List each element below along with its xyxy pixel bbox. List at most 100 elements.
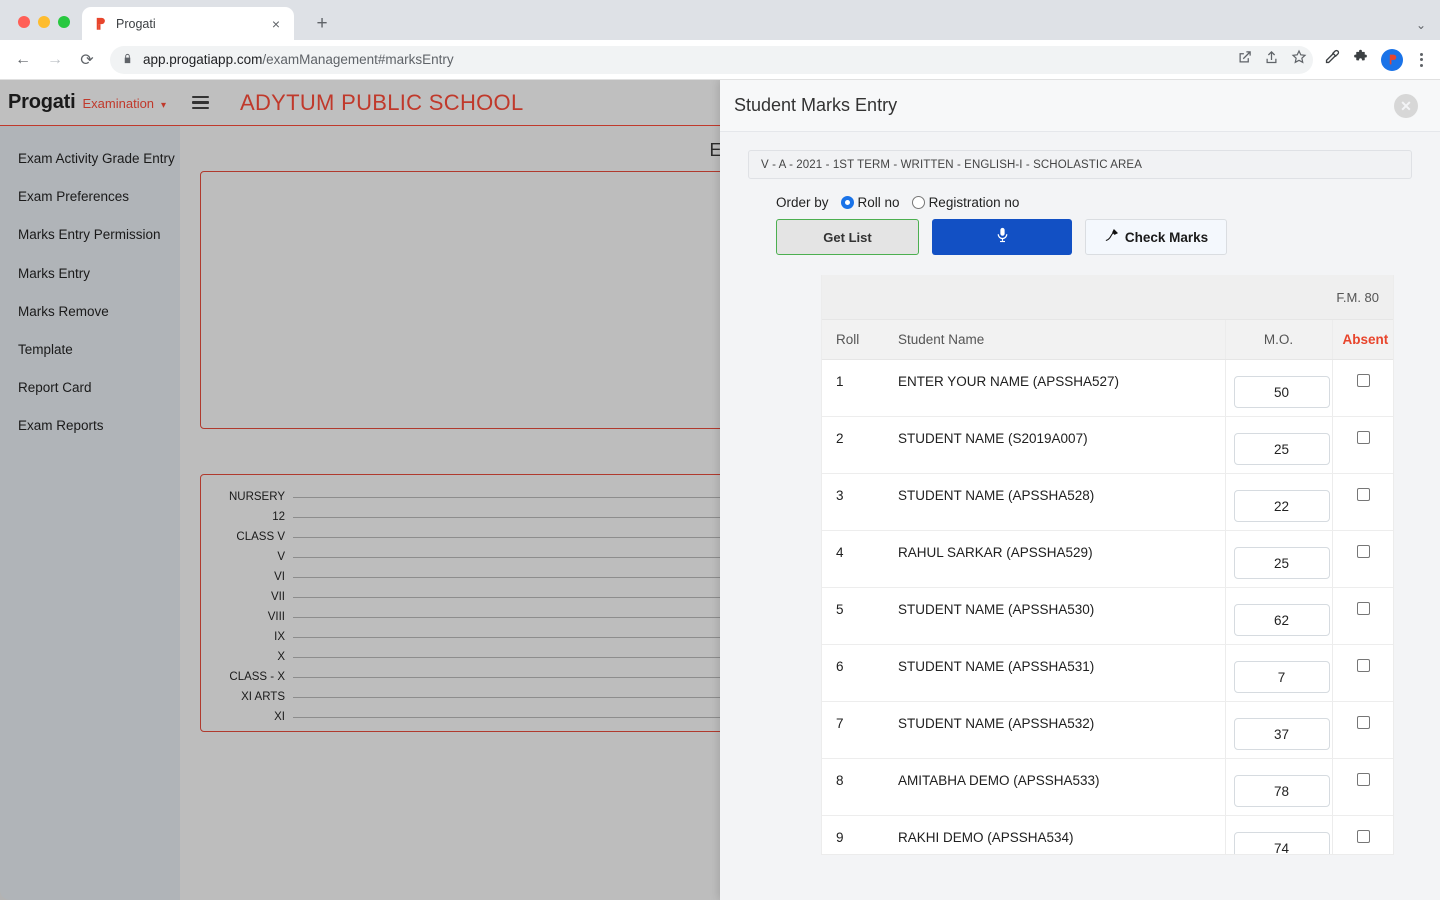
absent-checkbox[interactable] [1357,374,1371,387]
tab-list-chevron-icon[interactable]: ⌄ [1416,18,1426,32]
absent-checkbox[interactable] [1357,830,1371,843]
marks-input[interactable]: 78 [1233,775,1330,807]
app-brand[interactable]: Progati Examination ▾ [0,91,180,114]
template-class-label: VII [270,591,285,603]
microphone-icon [994,224,1011,251]
tab-close-icon[interactable]: × [268,16,284,32]
cell-marks: 22 [1224,473,1332,531]
absent-checkbox[interactable] [1357,431,1371,444]
close-icon[interactable]: ✕ [1394,93,1418,118]
template-class-label: XI ARTS [241,691,285,703]
sidebar-item-marks-remove[interactable]: Marks Remove [0,293,180,331]
pen-signature-icon [1104,228,1119,246]
browser-toolbar: ← → ⟳ app.progatiapp.com/examManagement#… [0,40,1440,80]
chevron-down-icon[interactable]: ▾ [161,100,166,111]
absent-checkbox[interactable] [1357,602,1371,615]
marks-input[interactable]: 7 [1233,661,1330,693]
modal-title: Student Marks Entry [734,95,898,115]
order-by-group: Order by Roll no Registration no [748,195,1412,210]
sidebar-item-exam-reports[interactable]: Exam Reports [0,407,180,445]
reload-button[interactable]: ⟳ [72,45,102,75]
extensions-puzzle-icon[interactable] [1352,49,1369,71]
radio-roll-no[interactable] [840,196,854,209]
back-button[interactable]: ← [8,45,38,75]
column-header-mo: M.O. [1224,319,1332,360]
sidebar-item-label: Exam Activity Grade Entry [18,151,175,166]
radio-roll-no-label: Roll no [857,195,900,210]
window-maximize-button[interactable] [58,16,70,28]
marks-input[interactable]: 37 [1233,718,1330,750]
open-in-new-icon[interactable] [1237,50,1252,70]
sidebar-item-template[interactable]: Template [0,331,180,369]
absent-checkbox[interactable] [1357,488,1371,501]
eyedropper-icon[interactable] [1323,49,1340,71]
cell-absent [1331,359,1393,417]
window-close-button[interactable] [18,16,30,28]
cell-absent [1331,416,1393,474]
browser-menu-kebab-icon[interactable] [1415,52,1428,67]
table-row: 1 ENTER YOUR NAME (APSSHA527) 50 [822,359,1393,417]
exam-selection-field[interactable]: V - A - 2021 - 1ST TERM - WRITTEN - ENGL… [748,150,1412,179]
window-controls[interactable] [10,16,82,40]
cell-roll: 3 [822,473,888,531]
absent-checkbox[interactable] [1357,545,1371,558]
cell-student-name: STUDENT NAME (APSSHA528) [888,473,1225,531]
marks-input[interactable]: 25 [1233,433,1330,465]
get-list-button[interactable]: Get List [776,219,919,255]
browser-tab[interactable]: Progati × [82,7,294,40]
table-row: 3 STUDENT NAME (APSSHA528) 22 [822,473,1393,531]
hamburger-icon[interactable] [180,95,220,110]
bookmark-star-icon[interactable] [1291,49,1307,70]
full-marks-bar: F.M. 80 [822,275,1393,319]
cell-absent [1331,473,1393,531]
voice-input-button[interactable] [932,219,1072,255]
address-bar[interactable]: app.progatiapp.com/examManagement#marksE… [110,45,1313,74]
marks-input[interactable]: 22 [1233,490,1330,522]
marks-input[interactable]: 50 [1233,376,1330,408]
marks-input[interactable]: 74 [1233,832,1330,854]
cell-student-name: STUDENT NAME (APSSHA531) [888,644,1225,702]
column-header-roll: Roll [822,319,888,360]
table-row: 4 RAHUL SARKAR (APSSHA529) 25 [822,530,1393,588]
marks-input[interactable]: 62 [1233,604,1330,636]
modal-header: Student Marks Entry ✕ [720,80,1440,132]
modal-body: V - A - 2021 - 1ST TERM - WRITTEN - ENGL… [720,132,1440,855]
lock-icon [122,52,133,68]
tab-strip: Progati × + ⌄ [0,0,1440,40]
cell-absent [1331,587,1393,645]
cell-absent [1331,758,1393,816]
template-class-label: IX [274,631,285,643]
table-header-row: Roll Student Name M.O. Absent [822,319,1393,360]
cell-student-name: STUDENT NAME (APSSHA532) [888,701,1225,759]
template-class-label: XI [274,711,285,723]
template-class-label: CLASS - X [229,671,285,683]
new-tab-button[interactable]: + [308,9,336,37]
cell-student-name: AMITABHA DEMO (APSSHA533) [888,758,1225,816]
absent-checkbox[interactable] [1357,659,1371,672]
check-marks-button[interactable]: Check Marks [1085,219,1227,255]
profile-avatar-icon[interactable] [1381,48,1403,71]
absent-checkbox[interactable] [1357,773,1371,786]
cell-roll: 4 [822,530,888,588]
absent-checkbox[interactable] [1357,716,1371,729]
radio-registration-no[interactable] [911,196,925,209]
sidebar-item-report-card[interactable]: Report Card [0,369,180,407]
sidebar-item-marks-entry[interactable]: Marks Entry [0,255,180,293]
sidebar-item-exam-preferences[interactable]: Exam Preferences [0,178,180,216]
cell-student-name: ENTER YOUR NAME (APSSHA527) [888,359,1225,417]
forward-button[interactable]: → [40,45,70,75]
window-minimize-button[interactable] [38,16,50,28]
share-icon[interactable] [1264,50,1279,70]
sidebar-item-label: Template [18,341,73,357]
template-class-label: NURSERY [228,491,285,503]
marks-input[interactable]: 25 [1233,547,1330,579]
cell-marks: 50 [1224,359,1332,417]
sidebar-item-marks-entry-permission[interactable]: Marks Entry Permission [0,216,180,254]
marks-table: Roll Student Name M.O. Absent 1 ENTER YO… [822,319,1393,854]
tab-title: Progati [116,16,156,31]
cell-marks: 25 [1224,530,1332,588]
browser-window: Progati × + ⌄ ← → ⟳ app.progatiapp.com/e… [0,0,1440,900]
template-class-label: VI [274,571,285,583]
sidebar-item-exam-activity-grade-entry[interactable]: Exam Activity Grade Entry [0,140,180,178]
page-viewport: Progati Examination ▾ ADYTUM PUBLIC SCHO… [0,80,1440,900]
